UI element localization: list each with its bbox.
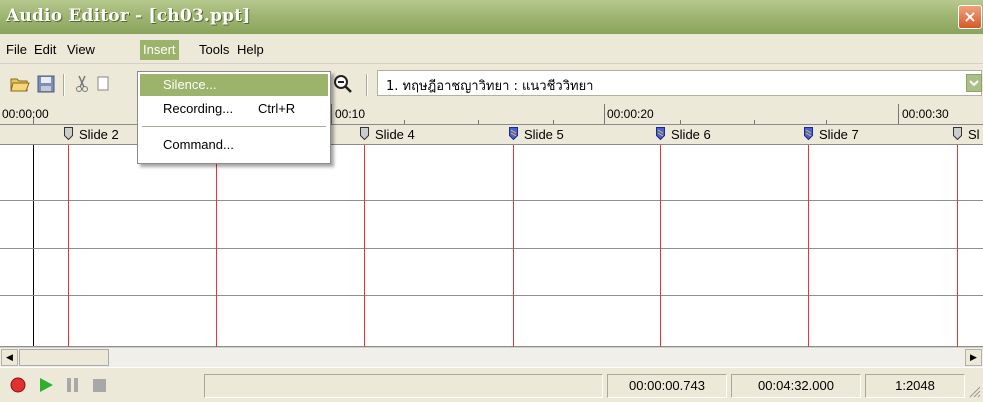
open-folder-icon[interactable] <box>10 74 30 94</box>
slide-boundary-line <box>68 145 69 347</box>
record-button[interactable] <box>10 377 26 393</box>
menu-help[interactable]: Help <box>234 41 267 59</box>
ruler-tick <box>331 104 332 124</box>
slide-flag-icon <box>360 127 369 140</box>
insert-menu-dropdown: Silence... Recording... Ctrl+R Command..… <box>137 71 331 164</box>
stop-icon <box>93 379 106 392</box>
play-button[interactable] <box>38 377 54 393</box>
slide-flag-icon <box>953 127 962 140</box>
ruler-tick <box>553 120 554 124</box>
cut-icon[interactable] <box>72 74 92 94</box>
menu-file[interactable]: File <box>3 41 30 59</box>
menu-item-recording[interactable]: Recording... Ctrl+R <box>140 98 328 120</box>
copy-icon[interactable] <box>96 74 112 94</box>
resize-grip-icon[interactable] <box>967 384 981 398</box>
ruler-label: 00:00:30 <box>902 107 949 121</box>
slide-flag-icon <box>804 127 813 140</box>
slide-flag-icon <box>656 127 665 140</box>
ruler-tick <box>478 120 479 124</box>
title-bar: Audio Editor - [ch03.ppt] × <box>0 0 983 34</box>
zoom-level: 1:2048 <box>865 374 965 398</box>
shortcut-label: Ctrl+R <box>258 101 296 116</box>
slide-boundary-line <box>513 145 514 347</box>
ruler-label: 00:00:00 <box>2 107 49 121</box>
toolbar-separator <box>63 74 65 96</box>
current-position: 00:00:00.743 <box>607 374 727 398</box>
play-icon <box>40 378 53 392</box>
slide-boundary-line <box>216 145 217 347</box>
ruler-tick <box>754 120 755 124</box>
ruler-tick <box>33 118 34 124</box>
track-area[interactable] <box>0 145 983 347</box>
slide-flag-icon <box>64 127 73 140</box>
save-icon[interactable] <box>36 74 56 94</box>
ruler-tick <box>680 120 681 124</box>
menu-item-silence[interactable]: Silence... <box>140 74 328 96</box>
status-bar: 00:00:00.743 00:04:32.000 1:2048 <box>0 367 983 402</box>
slide-boundary-line <box>660 145 661 347</box>
record-icon <box>10 377 26 393</box>
pause-icon <box>67 378 78 392</box>
track-divider <box>0 295 983 296</box>
status-panel-empty <box>204 374 603 398</box>
horizontal-scrollbar[interactable]: ◀ ▶ <box>0 347 983 367</box>
ruler-tick <box>404 120 405 124</box>
slide-select[interactable]: 1. ทฤษฎีอาชญาวิทยา : แนวชีววิทยา <box>377 70 982 96</box>
toolbar-separator <box>366 74 368 96</box>
scroll-left-button[interactable]: ◀ <box>1 349 18 366</box>
track-left-border <box>33 145 34 347</box>
menu-insert[interactable]: Insert <box>140 40 179 60</box>
slide-select-value: 1. ทฤษฎีอาชญาวิทยา : แนวชีววิทยา <box>386 79 594 94</box>
menu-bar: File Edit View Insert Tools Help <box>0 34 983 64</box>
menu-view[interactable]: View <box>64 41 98 59</box>
ruler-label: 00:00:20 <box>607 107 654 121</box>
scrollbar-thumb[interactable] <box>19 349 109 366</box>
slide-flag-icon <box>509 127 518 140</box>
ruler-tick <box>826 120 827 124</box>
chevron-down-icon[interactable] <box>966 74 982 92</box>
zoom-out-icon[interactable] <box>333 74 353 94</box>
menu-edit[interactable]: Edit <box>31 41 59 59</box>
slide-boundary-line <box>957 145 958 347</box>
window-title: Audio Editor - [ch03.ppt] <box>6 6 251 26</box>
ruler-label: 00:10 <box>335 107 366 121</box>
close-button[interactable]: × <box>958 5 982 29</box>
pause-button[interactable] <box>66 378 80 392</box>
scroll-right-button[interactable]: ▶ <box>965 349 982 366</box>
menu-separator <box>142 126 326 127</box>
ruler-tick <box>604 104 605 124</box>
slide-boundary-line <box>808 145 809 347</box>
track-divider <box>0 200 983 201</box>
menu-tools[interactable]: Tools <box>196 41 232 59</box>
ruler-tick <box>898 104 899 124</box>
total-duration: 00:04:32.000 <box>731 374 861 398</box>
slide-boundary-line <box>364 145 365 347</box>
menu-item-command[interactable]: Command... <box>140 134 328 156</box>
track-divider <box>0 248 983 249</box>
stop-button[interactable] <box>93 379 106 392</box>
